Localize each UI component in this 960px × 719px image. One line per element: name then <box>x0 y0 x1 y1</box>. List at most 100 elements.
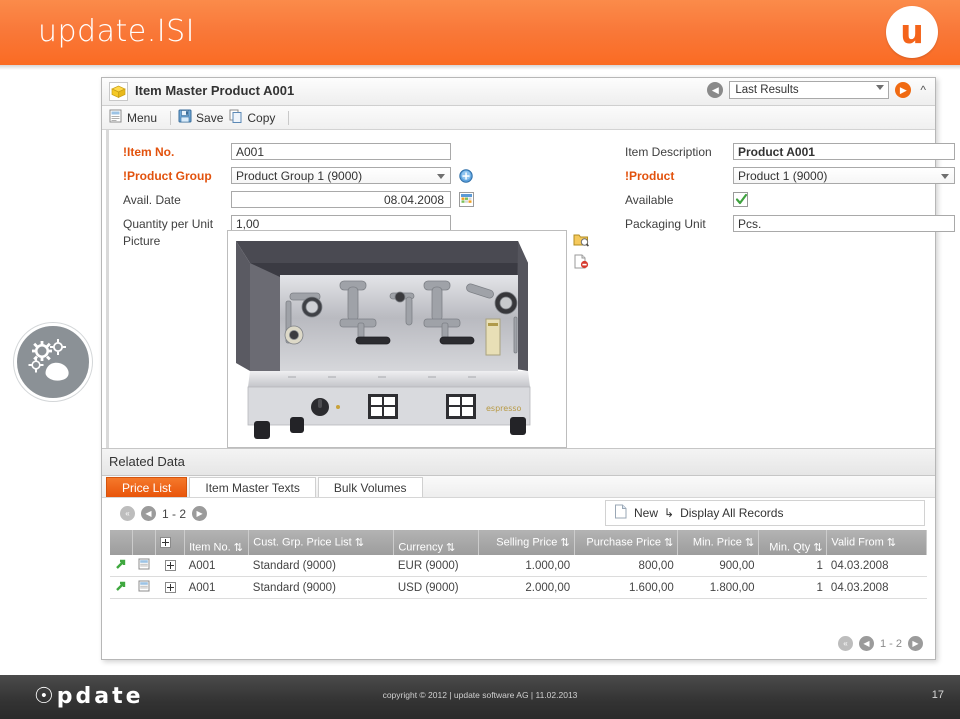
field-item-description: Item Description Product A001 <box>625 140 960 163</box>
copy-label: Copy <box>247 110 276 125</box>
row-expand-button[interactable] <box>155 555 185 577</box>
last-results-select[interactable]: Last Results <box>729 81 890 99</box>
back-arrow-icon[interactable]: ◀ <box>707 82 724 98</box>
avail-date-input[interactable]: 08.04.2008 <box>231 191 451 208</box>
col-goto <box>110 530 134 555</box>
save-label: Save <box>196 110 224 125</box>
form-column-left: Item No. A001 Product Group Product Grou… <box>123 140 593 236</box>
item-description-input[interactable]: Product A001 <box>733 143 955 160</box>
first-page-icon[interactable]: « <box>837 636 853 651</box>
table-header-row: Item No. ⇅ Cust. Grp. Price List ⇅ Currenc… <box>110 530 927 555</box>
cell-item-no: A001 <box>184 576 249 599</box>
picture-tools <box>573 232 591 276</box>
row-expand-button[interactable] <box>155 576 185 599</box>
price-list-table: Item No. ⇅ Cust. Grp. Price List ⇅ Currenc… <box>110 530 927 599</box>
menu-button[interactable]: Menu <box>109 108 163 128</box>
cell-min-qty: 1 <box>758 576 827 599</box>
table-row[interactable]: A001 Standard (9000) USD (9000) 2.000,00… <box>110 576 927 599</box>
col-price-list[interactable]: Cust. Grp. Price List ⇅ <box>248 530 395 555</box>
chevron-down-icon <box>941 174 949 179</box>
new-button-label[interactable]: New <box>634 506 658 520</box>
cell-purchase-price: 1.600,00 <box>574 576 678 599</box>
next-page-icon[interactable]: ▶ <box>908 636 923 651</box>
plus-box-icon[interactable] <box>164 559 176 571</box>
tab-bulk-volumes[interactable]: Bulk Volumes <box>317 477 423 497</box>
sort-icon[interactable]: ⇅ <box>887 536 896 549</box>
sort-icon[interactable]: ⇅ <box>446 541 455 554</box>
sort-icon[interactable]: ⇅ <box>664 536 673 549</box>
arrow-branch-icon: ↳ <box>664 506 675 520</box>
cell-min-price: 1.800,00 <box>677 576 759 599</box>
prev-page-icon[interactable]: ◀ <box>141 506 156 521</box>
display-all-records-link[interactable]: Display All Records <box>680 506 783 520</box>
available-checkbox[interactable] <box>733 192 748 207</box>
plus-box-icon[interactable] <box>164 581 176 593</box>
next-page-icon[interactable]: ▶ <box>192 506 208 521</box>
product-value: Product 1 (9000) <box>738 169 828 183</box>
save-button[interactable]: Save <box>178 108 229 128</box>
chevron-down-icon <box>876 85 885 90</box>
price-list-grid-area: « ◀ 1 - 2 ▶ New ↳ Display All Records It… <box>102 498 935 655</box>
cell-min-qty: 1 <box>758 555 827 577</box>
col-currency[interactable]: Currency ⇅ <box>393 530 480 555</box>
related-data-header: Related Data <box>102 448 935 476</box>
folder-search-icon[interactable] <box>573 232 591 250</box>
slide-footer: ☉pdate copyright © 2012 | update softwar… <box>0 675 960 719</box>
cell-purchase-price: 800,00 <box>574 555 678 577</box>
field-label-product-group: Product Group <box>123 169 231 183</box>
grid-toolbar: « ◀ 1 - 2 ▶ New ↳ Display All Records <box>110 498 927 530</box>
field-available: Available <box>625 188 960 211</box>
green-arrow-icon[interactable] <box>110 576 133 599</box>
table-row[interactable]: A001 Standard (9000) EUR (9000) 1.000,00… <box>110 555 927 577</box>
packaging-unit-input[interactable]: Pcs. <box>733 215 955 232</box>
field-product: Product Product 1 (9000) <box>625 164 960 187</box>
window-toolbar: Menu Save Copy <box>102 106 935 130</box>
tab-price-list[interactable]: Price List <box>106 477 188 497</box>
sort-icon[interactable]: ⇅ <box>355 536 364 549</box>
col-purchase-price[interactable]: Purchase Price ⇅ <box>574 530 679 555</box>
gears-hand-icon <box>14 323 92 401</box>
sort-icon[interactable]: ⇅ <box>560 536 569 549</box>
sort-icon[interactable]: ⇅ <box>745 536 754 549</box>
green-arrow-icon[interactable] <box>110 555 133 577</box>
sort-icon[interactable]: ⇅ <box>813 541 822 554</box>
chevron-up-icon[interactable]: ^ <box>917 83 929 97</box>
record-detail-icon[interactable] <box>132 555 156 577</box>
cell-price-list: Standard (9000) <box>248 555 394 577</box>
col-selling-price[interactable]: Selling Price ⇅ <box>478 530 575 555</box>
calendar-icon[interactable] <box>459 192 474 207</box>
pager-range-top: 1 - 2 <box>162 506 187 521</box>
product-select[interactable]: Product 1 (9000) <box>733 167 955 184</box>
col-min-qty[interactable]: Min. Qty ⇅ <box>758 530 828 555</box>
banner-shadow <box>0 65 960 70</box>
slide-root: update.ISI u Item Master Product A001 ◀ … <box>0 0 960 719</box>
related-data-title: Related Data <box>109 454 185 469</box>
pager-top: « ◀ 1 - 2 ▶ <box>120 506 208 521</box>
field-label-quantity-per-unit: Quantity per Unit <box>123 216 214 231</box>
prev-page-icon[interactable]: ◀ <box>858 636 874 651</box>
field-label-picture: Picture <box>123 234 161 248</box>
forward-arrow-icon[interactable]: ▶ <box>895 82 912 98</box>
col-valid-from[interactable]: Valid From ⇅ <box>826 530 927 555</box>
plus-box-icon[interactable] <box>160 537 172 549</box>
first-page-icon[interactable]: « <box>120 506 135 521</box>
record-detail-icon[interactable] <box>132 576 156 599</box>
brand-letter: u <box>900 12 924 51</box>
col-item-no[interactable]: Item No. ⇅ <box>184 530 250 555</box>
cell-valid-from: 04.03.2008 <box>826 576 927 599</box>
product-group-select[interactable]: Product Group 1 (9000) <box>231 167 451 184</box>
form-column-right: Item Description Product A001 Product Pr… <box>625 140 960 236</box>
sort-icon[interactable]: ⇅ <box>234 541 243 554</box>
col-min-price[interactable]: Min. Price ⇅ <box>677 530 760 555</box>
document-delete-icon[interactable] <box>573 254 591 272</box>
cell-min-price: 900,00 <box>677 555 759 577</box>
tab-item-master-texts[interactable]: Item Master Texts <box>189 477 316 497</box>
last-results-value: Last Results <box>735 84 799 96</box>
add-circle-icon[interactable] <box>459 168 473 183</box>
field-avail-date: Avail. Date 08.04.2008 <box>123 188 593 211</box>
copy-button[interactable]: Copy <box>229 108 281 128</box>
toolbar-separator-2 <box>288 110 290 125</box>
item-no-input[interactable]: A001 <box>231 143 451 160</box>
yellow-box-icon <box>109 82 128 101</box>
col-expand-all[interactable] <box>155 530 186 555</box>
